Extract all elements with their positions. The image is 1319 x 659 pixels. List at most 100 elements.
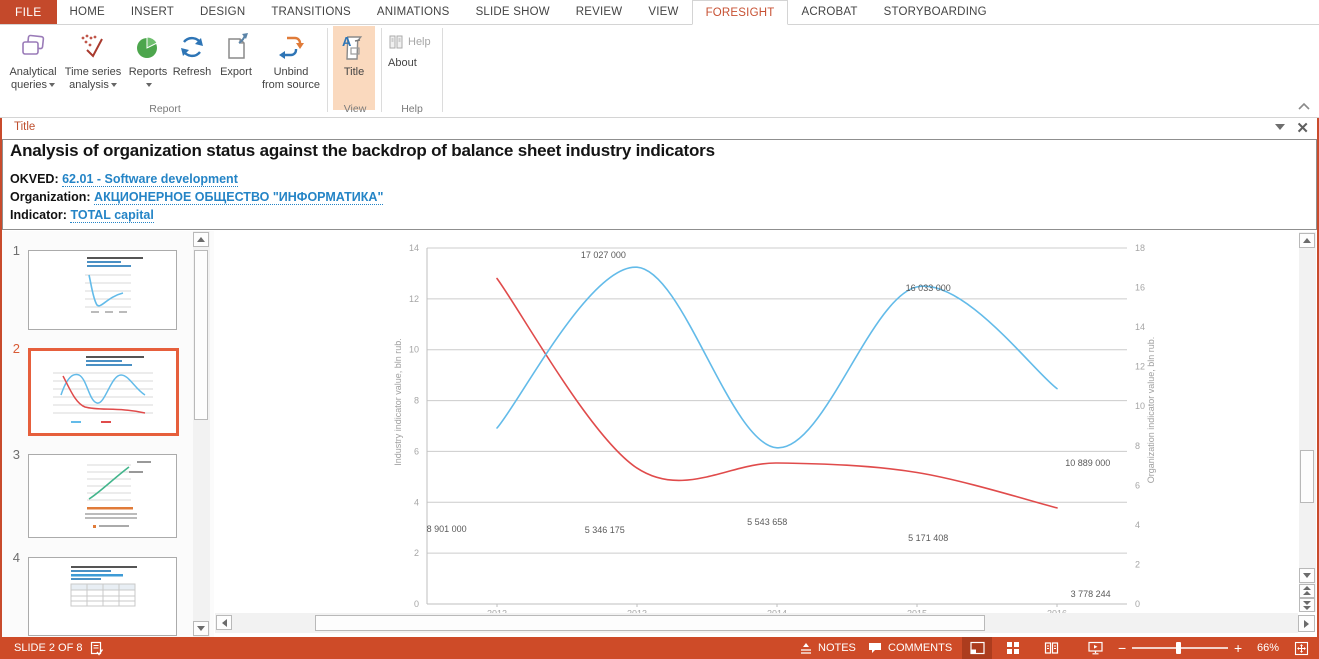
status-bar: SLIDE 2 OF 8 NOTES COMMENTS: [0, 637, 1319, 659]
notes-label: NOTES: [818, 642, 856, 654]
svg-text:2: 2: [414, 548, 419, 558]
analytical-label-1: Analytical: [9, 66, 56, 78]
scroll-down-button[interactable]: [1299, 568, 1315, 583]
tab-animations[interactable]: ANIMATIONS: [364, 0, 463, 24]
thumbnail-chart: [29, 251, 176, 329]
dropdown-caret-icon: [49, 83, 55, 87]
tab-home[interactable]: HOME: [57, 0, 118, 24]
analytical-label-2: queries: [11, 79, 47, 91]
fit-slide-to-window-button[interactable]: [1294, 637, 1309, 659]
slide-chart-object[interactable]: 0246810121402468101214161820122013201420…: [375, 232, 1165, 613]
slide-thumbnail-3[interactable]: [28, 454, 177, 538]
svg-text:16 033 000: 16 033 000: [906, 283, 951, 293]
indicator-link[interactable]: TOTAL capital: [70, 208, 153, 223]
svg-text:3 778 244: 3 778 244: [1071, 589, 1111, 599]
comments-label: COMMENTS: [888, 642, 952, 654]
thumbnail-number: 3: [6, 447, 20, 462]
tab-foresight[interactable]: FORESIGHT: [692, 0, 789, 25]
slide-counter: SLIDE 2 OF 8: [14, 637, 82, 659]
slide-thumbnail-1[interactable]: [28, 250, 177, 330]
export-button[interactable]: Export: [214, 26, 258, 110]
slide-sorter-icon: [1006, 641, 1020, 655]
tab-file[interactable]: FILE: [0, 0, 57, 24]
tab-design[interactable]: DESIGN: [187, 0, 258, 24]
scroll-up-button[interactable]: [193, 232, 209, 247]
about-button[interactable]: About: [388, 57, 417, 69]
next-slide-button[interactable]: [1299, 598, 1315, 612]
slide-sorter-view-button[interactable]: [998, 637, 1028, 659]
export-label: Export: [220, 66, 252, 78]
organization-link[interactable]: АКЦИОНЕРНОЕ ОБЩЕСТВО "ИНФОРМАТИКА": [94, 190, 383, 205]
slide-thumbnail-4[interactable]: [28, 557, 177, 636]
zoom-in-button[interactable]: +: [1234, 637, 1242, 659]
vertical-scrollbar[interactable]: [1299, 232, 1316, 612]
slide-thumbnails-pane: 1 2 3: [2, 231, 214, 637]
svg-text:18: 18: [1135, 243, 1145, 253]
tab-insert[interactable]: INSERT: [118, 0, 187, 24]
pane-close-icon[interactable]: ✕: [1296, 119, 1309, 137]
scroll-up-button[interactable]: [1299, 233, 1315, 248]
unbind-from-source-button[interactable]: Unbind from source: [258, 26, 324, 110]
comments-button[interactable]: COMMENTS: [868, 637, 952, 659]
svg-text:2: 2: [1135, 559, 1140, 569]
zoom-slider-thumb[interactable]: [1176, 642, 1181, 654]
zoom-slider[interactable]: [1132, 637, 1228, 659]
title-pane-header: Title ✕: [2, 118, 1317, 139]
slide-thumbnail-2-selected[interactable]: [28, 348, 179, 436]
notes-button[interactable]: NOTES: [799, 637, 856, 659]
unbind-icon: [275, 31, 307, 63]
group-label-view: View: [333, 103, 377, 115]
scrollbar-thumb[interactable]: [1300, 450, 1314, 503]
spell-check-button[interactable]: [90, 637, 104, 659]
help-button[interactable]: Help: [388, 34, 431, 50]
refresh-button[interactable]: Refresh: [170, 26, 214, 110]
svg-text:5 543 658: 5 543 658: [747, 517, 787, 527]
about-label: About: [388, 57, 417, 69]
indicator-row: Indicator: TOTAL capital: [10, 206, 1309, 224]
tab-acrobat[interactable]: ACROBAT: [788, 0, 870, 24]
svg-text:12: 12: [1135, 362, 1145, 372]
collapse-ribbon-icon[interactable]: [1297, 101, 1311, 113]
svg-text:4: 4: [1135, 520, 1140, 530]
series-left: [497, 279, 1057, 508]
time-series-analysis-button[interactable]: Time series analysis: [62, 26, 124, 110]
slide-show-button[interactable]: [1080, 637, 1110, 659]
previous-slide-button[interactable]: [1299, 584, 1315, 598]
svg-text:10: 10: [409, 345, 419, 355]
group-separator: [327, 28, 328, 112]
title-button[interactable]: A Title: [333, 26, 375, 110]
reports-button[interactable]: Reports: [126, 26, 170, 110]
scrollbar-thumb[interactable]: [315, 615, 985, 631]
okved-link[interactable]: 62.01 - Software development: [62, 172, 238, 187]
zoom-level[interactable]: 66%: [1257, 637, 1279, 659]
tab-view[interactable]: VIEW: [635, 0, 691, 24]
zoom-out-button[interactable]: −: [1118, 637, 1126, 659]
timeseries-label-1: Time series: [65, 66, 121, 78]
svg-text:0: 0: [1135, 599, 1140, 609]
svg-text:10 889 000: 10 889 000: [1065, 458, 1110, 468]
help-book-icon: [388, 34, 404, 50]
scroll-down-button[interactable]: [193, 621, 209, 636]
tab-review[interactable]: REVIEW: [563, 0, 636, 24]
pane-dropdown-icon[interactable]: [1275, 124, 1285, 130]
scroll-left-button[interactable]: [216, 615, 232, 630]
title-icon: A: [338, 31, 370, 63]
slide-editing-area: 0246810121402468101214161820122013201420…: [215, 231, 1299, 637]
organization-label: Organization:: [10, 190, 91, 204]
scrollbar-thumb[interactable]: [194, 250, 208, 420]
tab-transitions[interactable]: TRANSITIONS: [258, 0, 364, 24]
export-icon: [220, 31, 252, 63]
analytical-queries-button[interactable]: Analytical queries: [4, 26, 62, 110]
tab-slide-show[interactable]: SLIDE SHOW: [463, 0, 563, 24]
reading-view-button[interactable]: [1036, 637, 1066, 659]
scroll-right-button[interactable]: [1298, 615, 1315, 632]
svg-text:16: 16: [1135, 283, 1145, 293]
tab-storyboarding[interactable]: STORYBOARDING: [871, 0, 1000, 24]
normal-view-button[interactable]: [962, 637, 992, 659]
zoom-slider-track[interactable]: [1132, 647, 1228, 649]
svg-text:5 346 175: 5 346 175: [585, 525, 625, 535]
thumbnails-scrollbar[interactable]: [193, 231, 210, 637]
thumbnail-number: 1: [6, 243, 20, 258]
svg-text:6: 6: [414, 446, 419, 456]
horizontal-scrollbar[interactable]: [215, 613, 1298, 633]
